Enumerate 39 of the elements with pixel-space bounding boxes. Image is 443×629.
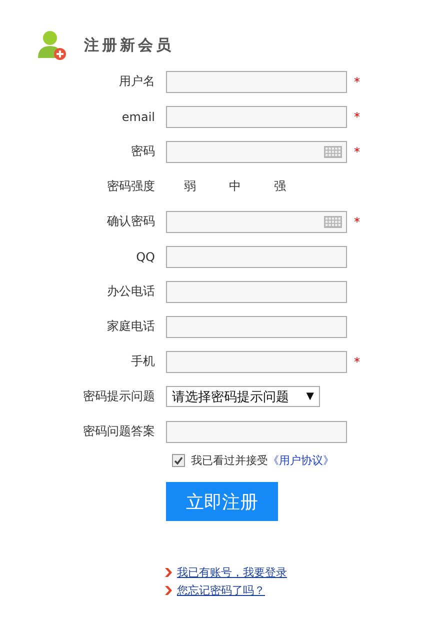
field-label: QQ <box>136 250 155 264</box>
field-label: 手机 <box>131 353 155 370</box>
field-label: 用户名 <box>119 73 155 90</box>
field-label: 密码 <box>131 143 155 160</box>
input-field[interactable] <box>166 210 347 232</box>
keyboard-icon <box>324 216 342 228</box>
strength-level: 强 <box>274 178 286 195</box>
strength-level: 中 <box>229 178 241 195</box>
help-link[interactable]: 您忘记密码了吗？ <box>177 583 265 598</box>
register-button[interactable]: 立即注册 <box>166 482 278 521</box>
field-label: email <box>122 110 155 124</box>
required-mark: * <box>354 354 361 368</box>
input-field[interactable] <box>166 350 347 372</box>
input-field[interactable] <box>166 246 347 268</box>
field-label: 家庭电话 <box>107 318 155 335</box>
agree-checkbox[interactable] <box>172 454 185 467</box>
required-mark: * <box>354 144 361 158</box>
required-mark: * <box>354 214 361 228</box>
input-field[interactable] <box>166 106 347 128</box>
add-user-icon <box>38 30 66 60</box>
input-field[interactable] <box>166 70 347 92</box>
form-title: 注册新会员 <box>84 36 174 54</box>
agreement-link[interactable]: 《用户协议》 <box>268 454 334 467</box>
help-link[interactable]: 我已有账号，我要登录 <box>177 565 287 580</box>
field-label: 密码提示问题 <box>83 388 155 405</box>
required-mark: * <box>354 74 361 88</box>
strength-level: 弱 <box>184 178 196 195</box>
agreement-text: 我已看过并接受《用户协议》 <box>191 453 334 468</box>
input-field[interactable] <box>166 316 347 338</box>
field-label: 确认密码 <box>107 213 155 230</box>
field-label: 办公电话 <box>107 283 155 300</box>
question-select[interactable]: 请选择密码提示问题 ▼ <box>166 386 320 407</box>
input-field[interactable] <box>166 140 347 162</box>
input-field[interactable] <box>166 420 347 442</box>
keyboard-icon <box>324 146 342 158</box>
field-label: 密码强度 <box>107 178 155 195</box>
required-mark: * <box>354 110 361 124</box>
field-label: 密码问题答案 <box>83 423 155 440</box>
input-field[interactable] <box>166 280 347 302</box>
